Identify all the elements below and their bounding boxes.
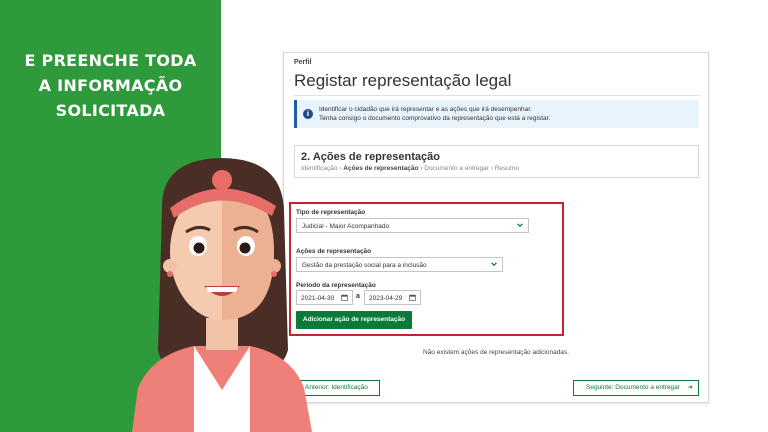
crumb-separator: › [490,165,493,172]
next-button[interactable]: Seguinte: Documento a entregar ➜ [573,380,699,396]
end-date-input[interactable]: 2023-04-29 [364,290,421,305]
caption-line-1: E PREENCHE TODA [24,51,197,70]
step-header: 2. Ações de representação Identificação … [294,145,699,178]
info-text: Identificar o cidadão que irá representa… [319,105,550,123]
caption-line-3: SOLICITADA [55,101,166,120]
end-date-value: 2023-04-29 [369,294,403,302]
next-button-label: Seguinte: Documento a entregar [586,384,680,391]
section-label: Perfil [294,59,312,66]
info-line-2: Tenha consigo o documento comprovativo d… [319,115,551,122]
title-divider [294,95,700,96]
calendar-icon[interactable] [409,294,416,301]
character-illustration [132,158,312,432]
acoes-select[interactable]: Gestão da prestação social para a inclus… [296,257,503,272]
highlight-frame: Tipo de representação Judicial - Maior A… [289,202,564,336]
caption-line-2: A INFORMAÇÃO [38,76,183,95]
crumb-separator: › [420,165,423,172]
form-screenshot: Perfil Registar representação legal i Id… [283,52,709,403]
info-icon: i [303,109,313,119]
empty-message: Não existem ações de representação adici… [423,349,569,356]
info-line-1: Identificar o cidadão que irá representa… [319,106,532,113]
date-separator: a [356,293,360,300]
chevron-down-icon [517,223,523,228]
page-title: Registar representação legal [294,71,512,90]
step-breadcrumb: Identificação › Ações de representação ›… [301,165,519,172]
calendar-icon[interactable] [341,294,348,301]
tipo-select[interactable]: Judicial - Maior Acompanhado [296,218,529,233]
crumb-documento: Documento a entregar [424,165,489,172]
crumb-resumo: Resumo [494,165,519,172]
crumb-acoes: Ações de representação [343,165,419,172]
chevron-down-icon [491,262,497,267]
crumb-separator: › [339,165,342,172]
caption: E PREENCHE TODA A INFORMAÇÃO SOLICITADA [0,48,221,123]
info-alert: i Identificar o cidadão que irá represen… [294,100,699,128]
arrow-right-icon: ➜ [687,384,693,391]
